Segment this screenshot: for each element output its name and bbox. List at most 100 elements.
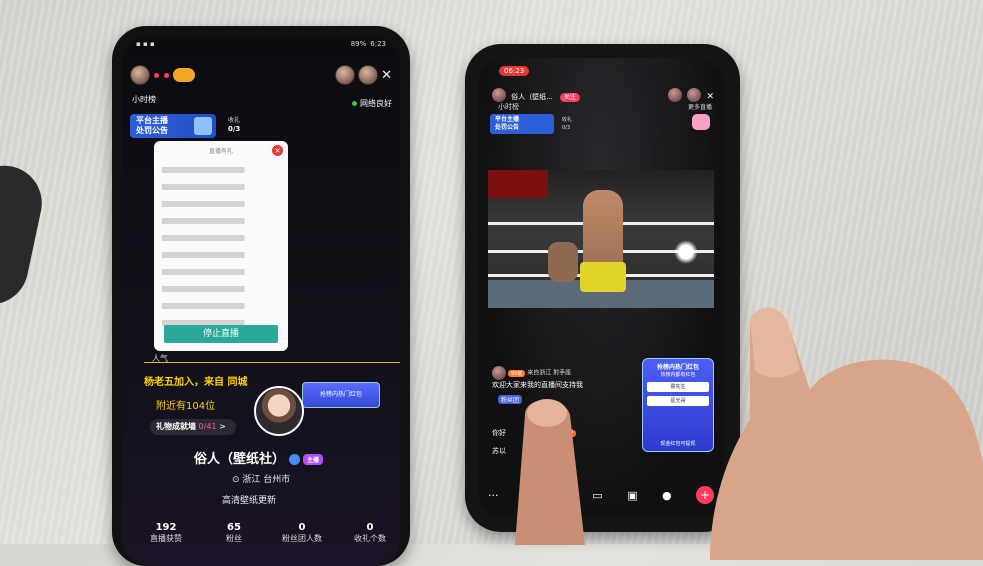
red-envelope-row: 霍先生: [647, 382, 709, 392]
avatar[interactable]: [254, 386, 304, 436]
live-video[interactable]: [488, 170, 714, 308]
close-icon[interactable]: ×: [272, 145, 283, 156]
gift-counter[interactable]: 收礼 0/3: [228, 116, 240, 134]
right-phone: 06:23 俗人（壁纸... 关注 ✕ 小时榜 更多直播 平台主播 处罚公告 收…: [465, 44, 740, 532]
stat-fan-club[interactable]: 0 粉丝团人数: [272, 522, 332, 544]
live-dot-icon: [164, 72, 169, 78]
follow-button[interactable]: 关注: [559, 93, 580, 102]
stat-label: 粉丝团人数: [282, 534, 322, 543]
chevron-right-icon: >: [219, 422, 226, 431]
anchor-tag: 主播: [303, 454, 324, 465]
piggy-bank-icon[interactable]: [692, 114, 710, 130]
host-avatars: [130, 65, 195, 85]
avatar[interactable]: ●: [662, 489, 672, 502]
arena-lights: [488, 170, 548, 198]
gift-counter[interactable]: 收礼 0/3: [562, 116, 572, 132]
region-tag: 来自浙江: [527, 369, 552, 377]
viewer-info-row: 95级 来自浙江 射手座: [492, 366, 571, 380]
status-icons: ▪ ▪ ▪: [136, 40, 155, 48]
status-bar: ▪ ▪ ▪ 89% 6:23: [136, 40, 386, 54]
viewer-avatars: ✕: [668, 84, 714, 103]
status-time: 6:23: [370, 40, 386, 48]
gift-icon[interactable]: ▣: [627, 489, 637, 502]
stat-value: 0: [366, 522, 374, 533]
avatar[interactable]: [687, 87, 702, 102]
close-icon[interactable]: ✕: [381, 68, 392, 83]
screen-glare: [674, 240, 698, 264]
modal-text-lines: [162, 167, 280, 337]
gift-wall-progress: 0/41: [198, 422, 217, 431]
welcome-message: 欢迎大家来我的直播间支持我: [492, 381, 583, 389]
viewer-avatars: ✕: [335, 65, 392, 85]
stat-value: 192: [155, 522, 177, 533]
live-top-bar: ✕: [130, 64, 392, 86]
avatar[interactable]: [668, 87, 683, 102]
gift-counter-label: 收礼: [228, 117, 241, 124]
left-phone: ▪ ▪ ▪ 89% 6:23 ✕ 小时榜 网络良好 平台主播 处罚公告 收礼 0…: [112, 26, 410, 566]
red-envelope-title: 抢榜内热门红包: [656, 364, 699, 371]
network-status: 网络良好: [352, 98, 392, 109]
notice-line-1: 平台主播: [495, 116, 520, 123]
stat-label: 直播获赞: [150, 534, 182, 543]
modal-title: 直播有礼: [208, 148, 233, 155]
live-gift-modal: 直播有礼 × 停止直播: [154, 141, 288, 351]
chat-icon[interactable]: ···: [488, 489, 499, 502]
chat-text: 苏以: [492, 447, 506, 455]
hour-rank-link[interactable]: 小时榜: [498, 102, 519, 112]
live-dot-icon: [154, 72, 159, 78]
gift-counter-label: 收礼: [562, 117, 573, 123]
red-envelope-promo[interactable]: 抢榜内热门红包: [302, 382, 380, 408]
stat-label: 粉丝: [226, 534, 242, 543]
gift-wall-label: 礼物成就墙: [156, 422, 196, 431]
avatar[interactable]: [492, 87, 506, 102]
opponent-fighter: [548, 242, 578, 282]
location-text: 浙江 台州市: [242, 475, 291, 485]
avatar[interactable]: [335, 65, 356, 85]
left-phone-screen: ▪ ▪ ▪ 89% 6:23 ✕ 小时榜 网络良好 平台主播 处罚公告 收礼 0…: [122, 36, 400, 566]
plus-button[interactable]: +: [695, 486, 714, 504]
penalty-notice-banner[interactable]: 平台主播 处罚公告: [130, 114, 216, 138]
zodiac-tag: 射手座: [553, 369, 572, 377]
hour-rank-link[interactable]: 小时榜: [132, 94, 156, 105]
thumb: [515, 399, 585, 545]
avatar[interactable]: [358, 65, 379, 85]
gift-wall-button[interactable]: 礼物成就墙 0/41 >: [150, 419, 236, 435]
gift-counter-value: 0/3: [562, 125, 571, 131]
coin-badge-icon[interactable]: [173, 68, 195, 82]
notice-line-2: 处罚公告: [495, 124, 520, 131]
divider: [144, 362, 400, 363]
streamer-name: 俗人（壁纸...: [511, 93, 553, 101]
more-live-link[interactable]: 更多直播: [688, 102, 712, 111]
gift-counter-value: 0/3: [228, 125, 241, 133]
fighter-shorts: [580, 262, 626, 292]
nearby-message: 附近有104位: [156, 401, 216, 412]
red-envelope-row: 星光哥: [647, 396, 709, 406]
stat-gifts[interactable]: 0 收礼个数: [340, 522, 400, 544]
penalty-notice-banner[interactable]: 平台主播 处罚公告: [490, 114, 554, 134]
stat-fans[interactable]: 65 粉丝: [204, 522, 264, 544]
avatar[interactable]: [130, 65, 150, 85]
stop-live-button[interactable]: 停止直播: [164, 325, 278, 343]
streamer-info[interactable]: 俗人（壁纸... 关注: [492, 84, 580, 103]
join-message: 杨老五加入，来自 同城: [144, 377, 248, 388]
red-envelope-subtitle: 热榜内都有红包: [660, 372, 696, 378]
shield-icon: [194, 117, 212, 135]
red-envelope-footer: 现金红包可提现: [660, 441, 696, 447]
avatar[interactable]: [492, 366, 506, 380]
profile-description: 高清壁纸更新: [222, 496, 277, 506]
close-icon[interactable]: ✕: [706, 92, 714, 102]
gender-icon: [289, 454, 301, 465]
battery-level: 89%: [350, 40, 367, 48]
location-pin-icon: ⊙: [232, 475, 243, 485]
live-top-bar: 俗人（壁纸... 关注 ✕: [492, 84, 714, 103]
profile-stats: 192 直播获赞 65 粉丝 0 粉丝团人数 0 收礼个数: [136, 522, 400, 544]
chat-text: 你好: [492, 429, 506, 437]
stat-label: 收礼个数: [354, 534, 386, 543]
profile-name-text: 俗人（壁纸社）: [194, 452, 286, 467]
status-time: 06:23: [499, 66, 530, 76]
red-envelope-panel[interactable]: 抢榜内热门红包 热榜内都有红包 霍先生 星光哥 现金红包可提现: [642, 358, 714, 452]
stat-value: 65: [227, 522, 241, 533]
profile-location: ⊙ 浙江 台州市: [232, 472, 290, 485]
stat-likes[interactable]: 192 直播获赞: [136, 522, 196, 544]
level-badge: 95级: [507, 369, 526, 377]
